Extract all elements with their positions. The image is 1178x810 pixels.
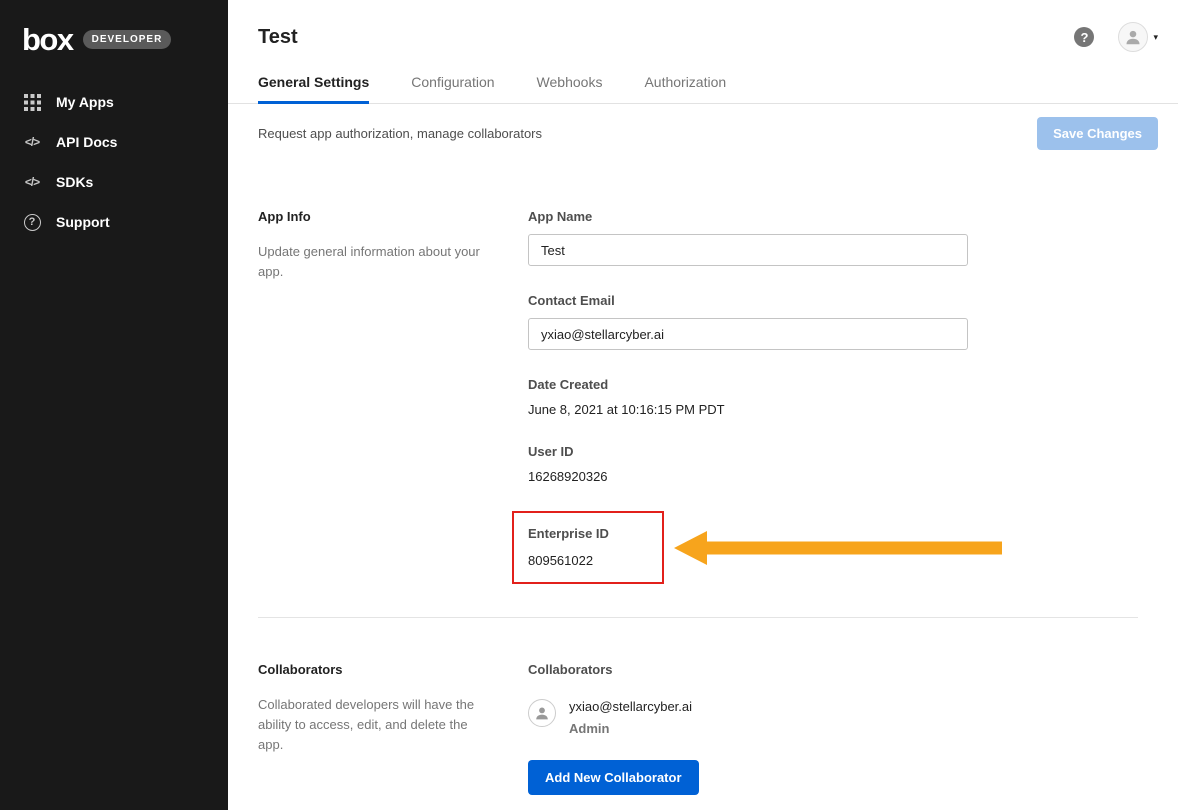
sidebar-item-sdks[interactable]: </> SDKs (0, 162, 228, 202)
collaborator-avatar (528, 699, 556, 727)
tab-webhooks[interactable]: Webhooks (537, 74, 603, 104)
app-info-form: App Name Contact Email Date Created June… (528, 209, 1158, 584)
header-actions: ? ▾ (1074, 22, 1158, 52)
app-info-intro: App Info Update general information abou… (258, 209, 493, 584)
settings-content: App Info Update general information abou… (228, 163, 1178, 795)
app-name-field: App Name (528, 209, 1158, 266)
main-header: Test ? ▾ (228, 0, 1178, 52)
annotation-arrow-icon (674, 529, 1002, 567)
collaborator-row: yxiao@stellarcyber.ai Admin (528, 699, 1158, 736)
app-name-label: App Name (528, 209, 1158, 224)
avatar (1118, 22, 1148, 52)
contact-email-input[interactable] (528, 318, 968, 350)
sidebar-nav: My Apps </> API Docs </> SDKs ? Support (0, 82, 228, 242)
help-icon[interactable]: ? (1074, 27, 1094, 47)
tab-bar: General Settings Configuration Webhooks … (228, 74, 1178, 104)
collaborators-list-title: Collaborators (528, 662, 1158, 677)
grid-icon (23, 93, 41, 111)
collaborators-panel: Collaborators yxiao@stellarcyber.ai Admi… (528, 662, 1158, 795)
collaborator-role: Admin (569, 721, 692, 736)
person-icon (1124, 28, 1142, 46)
sidebar-item-label: My Apps (56, 94, 114, 110)
collaborators-section: Collaborators Collaborated developers wi… (258, 662, 1158, 795)
app-name-input[interactable] (528, 234, 968, 266)
add-collaborator-button[interactable]: Add New Collaborator (528, 760, 699, 795)
contact-email-label: Contact Email (528, 293, 1158, 308)
sidebar: box DEVELOPER My Apps </> API Docs </> S… (0, 0, 228, 810)
sidebar-item-api-docs[interactable]: </> API Docs (0, 122, 228, 162)
tab-configuration[interactable]: Configuration (411, 74, 494, 104)
sidebar-item-label: Support (56, 214, 110, 230)
app-info-section: App Info Update general information abou… (258, 209, 1158, 584)
toolbar: Request app authorization, manage collab… (228, 104, 1178, 163)
date-created-field: Date Created June 8, 2021 at 10:16:15 PM… (528, 377, 1158, 417)
main-content: Test ? ▾ General Settings Configuration … (228, 0, 1178, 810)
collaborator-info: yxiao@stellarcyber.ai Admin (569, 699, 692, 736)
save-changes-button[interactable]: Save Changes (1037, 117, 1158, 150)
sidebar-item-support[interactable]: ? Support (0, 202, 228, 242)
collaborators-description: Collaborated developers will have the ab… (258, 695, 493, 755)
box-logo-text: box (22, 24, 73, 55)
enterprise-id-label: Enterprise ID (528, 526, 648, 541)
enterprise-id-value: 809561022 (528, 553, 648, 568)
sidebar-item-label: API Docs (56, 134, 117, 150)
user-id-value: 16268920326 (528, 469, 1158, 484)
user-id-label: User ID (528, 444, 1158, 459)
developer-badge: DEVELOPER (83, 30, 172, 49)
code-icon: </> (23, 173, 41, 191)
collaborators-title: Collaborators (258, 662, 493, 677)
collaborator-email: yxiao@stellarcyber.ai (569, 699, 692, 714)
page-title: Test (258, 26, 298, 49)
app-info-title: App Info (258, 209, 493, 224)
sidebar-item-my-apps[interactable]: My Apps (0, 82, 228, 122)
app-info-description: Update general information about your ap… (258, 242, 493, 282)
section-divider (258, 617, 1138, 618)
collaborators-intro: Collaborators Collaborated developers wi… (258, 662, 493, 795)
toolbar-description: Request app authorization, manage collab… (258, 126, 542, 141)
app-window: box DEVELOPER My Apps </> API Docs </> S… (0, 0, 1178, 810)
date-created-value: June 8, 2021 at 10:16:15 PM PDT (528, 402, 1158, 417)
contact-email-field: Contact Email (528, 293, 1158, 350)
tab-general-settings[interactable]: General Settings (258, 74, 369, 104)
date-created-label: Date Created (528, 377, 1158, 392)
account-menu[interactable]: ▾ (1118, 22, 1158, 52)
sidebar-item-label: SDKs (56, 174, 93, 190)
tab-authorization[interactable]: Authorization (644, 74, 726, 104)
code-icon: </> (23, 133, 41, 151)
box-logo: box DEVELOPER (0, 18, 228, 60)
person-icon (534, 705, 550, 721)
question-icon: ? (23, 213, 41, 231)
user-id-field: User ID 16268920326 (528, 444, 1158, 484)
chevron-down-icon: ▾ (1153, 32, 1158, 43)
enterprise-id-highlight-box: Enterprise ID 809561022 (512, 511, 664, 584)
